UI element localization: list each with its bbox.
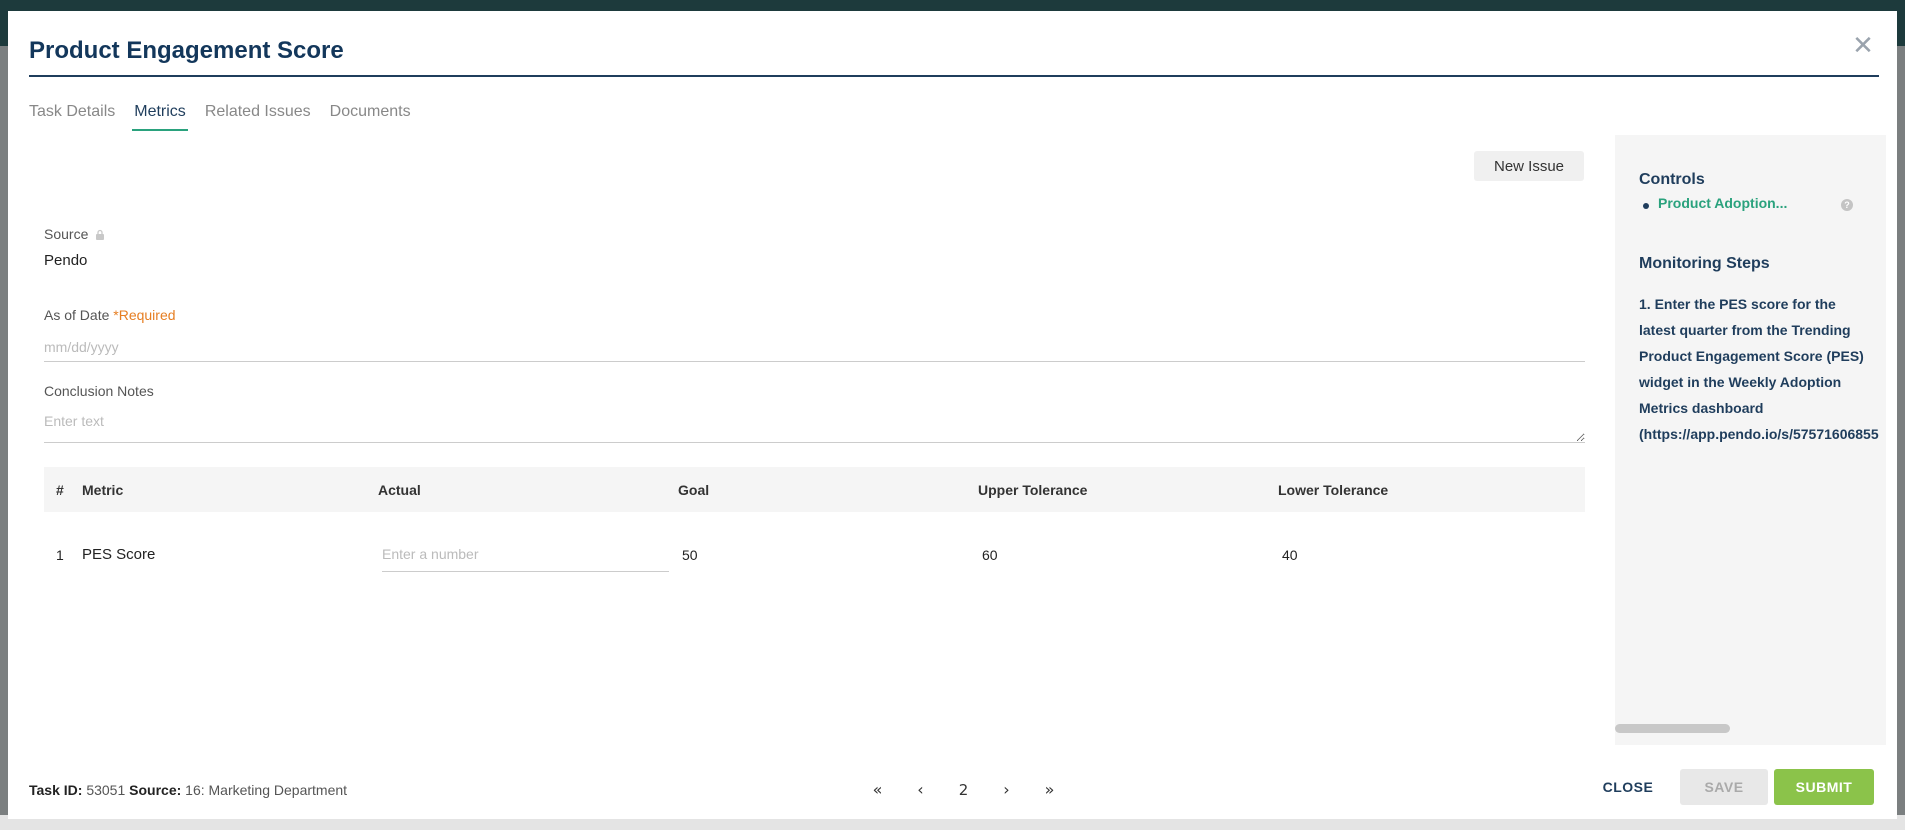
- row-lower-tolerance: 40: [1282, 546, 1298, 563]
- next-page-icon[interactable]: ›: [985, 775, 1028, 805]
- task-id-label: Task ID:: [29, 782, 83, 798]
- row-metric: PES Score: [82, 546, 156, 563]
- control-link[interactable]: Product Adoption...: [1658, 195, 1787, 211]
- as-of-date-input[interactable]: [44, 332, 1585, 362]
- close-button[interactable]: CLOSE: [1583, 769, 1673, 805]
- tab-documents[interactable]: Documents: [330, 91, 411, 131]
- date-label-text: As of Date: [44, 307, 110, 323]
- modal-title: Product Engagement Score: [29, 37, 344, 64]
- tab-task-details[interactable]: Task Details: [29, 91, 115, 131]
- col-upper-header: Upper Tolerance: [978, 481, 1088, 498]
- source-label-text: Source: [44, 226, 89, 242]
- meta-source-label: Source:: [129, 782, 182, 798]
- monitoring-heading: Monitoring Steps: [1639, 255, 1770, 272]
- col-metric-header: Metric: [82, 481, 124, 498]
- current-page[interactable]: 2: [942, 775, 985, 805]
- save-button[interactable]: SAVE: [1680, 769, 1768, 805]
- submit-button[interactable]: SUBMIT: [1774, 769, 1874, 805]
- source-value: Pendo: [44, 252, 88, 269]
- prev-page-icon[interactable]: ‹: [899, 775, 942, 805]
- monitoring-steps-text: 1. Enter the PES score for the latest qu…: [1639, 296, 1879, 442]
- required-indicator: *Required: [113, 307, 176, 323]
- side-panel: Controls Product Adoption... ? Monitorin…: [1615, 135, 1886, 745]
- row-index: 1: [56, 546, 64, 563]
- horizontal-scrollbar[interactable]: [1615, 724, 1730, 733]
- controls-heading: Controls: [1639, 171, 1705, 188]
- lock-icon: [96, 229, 105, 240]
- table-row: 1 PES Score 50 60 40: [44, 512, 1585, 597]
- metrics-table: # Metric Actual Goal Upper Tolerance Low…: [44, 467, 1585, 597]
- meta-source-value: 16: Marketing Department: [185, 782, 348, 798]
- actual-number-input[interactable]: [382, 537, 669, 572]
- tab-related-issues[interactable]: Related Issues: [205, 91, 311, 131]
- metrics-panel: New Issue Source Pendo As of Date *Requi…: [29, 135, 1604, 745]
- col-actual-header: Actual: [378, 481, 421, 498]
- close-icon[interactable]: ✕: [1848, 31, 1878, 61]
- help-icon[interactable]: ?: [1841, 199, 1853, 211]
- task-modal: Product Engagement Score ✕ Task Details …: [8, 11, 1897, 819]
- task-id-value: 53051: [86, 782, 126, 798]
- title-divider: [29, 75, 1879, 77]
- notes-label: Conclusion Notes: [44, 383, 154, 399]
- tab-bar: Task Details Metrics Related Issues Docu…: [29, 91, 430, 131]
- col-index-header: #: [56, 481, 64, 498]
- row-actual: [382, 537, 682, 572]
- last-page-icon[interactable]: »: [1028, 775, 1071, 805]
- task-meta: Task ID: 53051 Source: 16: Marketing Dep…: [29, 782, 347, 798]
- source-label: Source: [44, 226, 105, 242]
- col-goal-header: Goal: [678, 481, 710, 498]
- date-label: As of Date *Required: [44, 307, 176, 323]
- table-header: # Metric Actual Goal Upper Tolerance Low…: [44, 467, 1585, 512]
- new-issue-button[interactable]: New Issue: [1474, 151, 1584, 181]
- tab-metrics[interactable]: Metrics: [132, 91, 188, 131]
- pagination: « ‹ 2 › »: [856, 775, 1071, 805]
- first-page-icon[interactable]: «: [856, 775, 899, 805]
- conclusion-notes-input[interactable]: [44, 410, 1585, 443]
- row-upper-tolerance: 60: [982, 546, 998, 563]
- bullet-icon: [1643, 203, 1649, 209]
- col-lower-header: Lower Tolerance: [1278, 481, 1389, 498]
- row-goal: 50: [682, 546, 698, 563]
